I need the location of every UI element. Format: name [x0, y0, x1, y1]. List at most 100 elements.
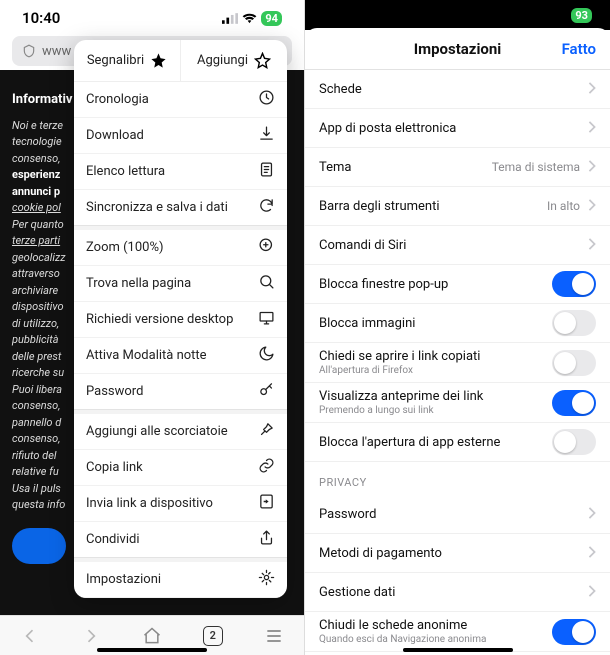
settings-row[interactable]: Gestione dati — [305, 573, 610, 612]
toggle-switch[interactable] — [552, 429, 596, 455]
menu-item-link[interactable]: Copia link — [74, 450, 287, 486]
menu-item-label: Zoom (100%) — [86, 240, 164, 255]
menu-item-clock[interactable]: Cronologia — [74, 82, 287, 118]
settings-row[interactable]: App di posta elettronica — [305, 109, 610, 148]
desktop-icon — [258, 309, 275, 330]
settings-row-label: Visualizza anteprime dei link — [319, 389, 483, 404]
menu-item-sync[interactable]: Sincronizza e salva i dati — [74, 190, 287, 226]
settings-list: Schede App di posta elettronica Tema Tema d… — [305, 70, 610, 655]
settings-row[interactable]: Barra degli strumentiIn alto — [305, 187, 610, 226]
send-device-icon — [258, 493, 275, 514]
signal-icon — [222, 13, 238, 24]
status-icons: 94 — [222, 11, 282, 26]
home-indicator — [403, 648, 513, 652]
settings-row[interactable]: Chiudi le schede anonimeQuando esci da N… — [305, 612, 610, 652]
section-header: Privacy — [305, 462, 610, 495]
tab-count: 2 — [210, 629, 216, 642]
toggle-switch[interactable] — [552, 390, 596, 416]
settings-row[interactable]: Tema Tema di sistema — [305, 148, 610, 187]
add-bookmark-button[interactable]: Aggiungi — [180, 40, 287, 81]
menu-item-label: Attiva Modalità notte — [86, 348, 207, 363]
battery-badge: 93 — [571, 8, 592, 23]
link-icon — [258, 457, 275, 478]
toggle-switch[interactable] — [552, 619, 596, 645]
settings-row-label: Schede — [319, 82, 362, 97]
settings-row[interactable]: Blocca l'apertura di app esterne — [305, 423, 610, 462]
menu-item-reading-list[interactable]: Elenco lettura — [74, 154, 287, 190]
settings-row[interactable]: Visualizza anteprime dei linkPremendo a … — [305, 383, 610, 423]
browser-menu: Segnalibri Aggiungi Cronologia Download El… — [74, 40, 287, 598]
settings-row[interactable]: Metodi di pagamento — [305, 534, 610, 573]
settings-row[interactable]: Blocca immagini — [305, 304, 610, 343]
menu-item-label: Invia link a dispositivo — [86, 496, 213, 511]
menu-item-label: Copia link — [86, 460, 143, 475]
settings-sheet: Impostazioni Fatto Schede App di posta el… — [305, 28, 610, 655]
settings-row-label: Metodi di pagamento — [319, 546, 442, 561]
toggle-switch[interactable] — [552, 310, 596, 336]
settings-row-label: Gestione dati — [319, 585, 395, 600]
chevron-right-icon — [588, 507, 596, 522]
settings-row-label: Password — [319, 507, 376, 522]
menu-item-desktop[interactable]: Richiedi versione desktop — [74, 302, 287, 338]
settings-row-label: Tema — [319, 160, 352, 175]
tabs-button[interactable]: 2 — [203, 626, 223, 646]
menu-item-label: Sincronizza e salva i dati — [86, 200, 228, 215]
chevron-right-icon — [588, 199, 596, 214]
settings-header: Impostazioni Fatto — [305, 28, 610, 70]
menu-item-send-device[interactable]: Invia link a dispositivo — [74, 486, 287, 522]
wifi-icon — [242, 13, 257, 24]
settings-row-detail: Tema di sistema — [492, 160, 580, 174]
settings-row-label: Chiudi le schede anonime — [319, 618, 486, 633]
key-icon — [258, 381, 275, 402]
menu-item-search[interactable]: Trova nella pagina — [74, 266, 287, 302]
chevron-right-icon — [588, 160, 596, 175]
status-time: 10:40 — [22, 9, 60, 27]
zoom-in-icon — [258, 237, 275, 258]
chevron-right-icon — [588, 585, 596, 600]
status-bar: 10:40 94 — [0, 0, 304, 36]
shield-icon — [22, 44, 36, 58]
share-icon — [258, 529, 275, 550]
reading-list-icon — [258, 161, 275, 182]
settings-row[interactable]: Password — [305, 495, 610, 534]
toggle-switch[interactable] — [552, 350, 596, 376]
menu-item-zoom-in[interactable]: Zoom (100%) — [74, 230, 287, 266]
forward-icon[interactable] — [81, 626, 101, 646]
settings-row-sublabel: Quando esci da Navigazione anonima — [319, 634, 486, 645]
menu-item-label: Trova nella pagina — [86, 276, 191, 291]
bookmarks-button[interactable]: Segnalibri — [74, 40, 180, 81]
menu-item-pin[interactable]: Aggiungi alle scorciatoie — [74, 414, 287, 450]
menu-item-share[interactable]: Condividi — [74, 522, 287, 558]
settings-row-label: Blocca l'apertura di app esterne — [319, 435, 500, 450]
back-icon[interactable] — [20, 626, 40, 646]
settings-row-sublabel: Premendo a lungo sui link — [319, 405, 483, 416]
settings-row[interactable]: Schede — [305, 70, 610, 109]
done-button[interactable]: Fatto — [562, 40, 596, 58]
chevron-right-icon — [588, 546, 596, 561]
settings-row[interactable]: Comandi di Siri — [305, 226, 610, 265]
menu-item-label: Aggiungi alle scorciatoie — [86, 424, 228, 439]
settings-row[interactable]: Blocca finestre pop-up — [305, 265, 610, 304]
settings-row-label: Chiedi se aprire i link copiati — [319, 349, 480, 364]
toggle-switch[interactable] — [552, 271, 596, 297]
menu-item-download[interactable]: Download — [74, 118, 287, 154]
home-icon[interactable] — [142, 626, 162, 646]
settings-title: Impostazioni — [414, 40, 502, 58]
backdrop-cta-button[interactable] — [12, 528, 66, 564]
menu-item-key[interactable]: Password — [74, 374, 287, 410]
menu-icon[interactable] — [264, 626, 284, 646]
menu-item-moon[interactable]: Attiva Modalità notte — [74, 338, 287, 374]
menu-item-gear[interactable]: Impostazioni — [74, 562, 287, 598]
menu-item-label: Elenco lettura — [86, 164, 165, 179]
download-icon — [258, 125, 275, 146]
menu-item-label: Condividi — [86, 532, 140, 547]
menu-item-label: Impostazioni — [86, 572, 161, 587]
pin-icon — [258, 421, 275, 442]
url-text: www — [42, 44, 71, 59]
settings-row[interactable]: Chiedi se aprire i link copiatiAll'apert… — [305, 343, 610, 383]
home-indicator — [97, 648, 207, 652]
settings-row-label: Barra degli strumenti — [319, 199, 440, 214]
phone-left: 10:40 94 www Informativ Noi e terzetecno… — [0, 0, 305, 655]
menu-item-label: Cronologia — [86, 92, 149, 107]
star-outline-icon — [254, 52, 271, 69]
